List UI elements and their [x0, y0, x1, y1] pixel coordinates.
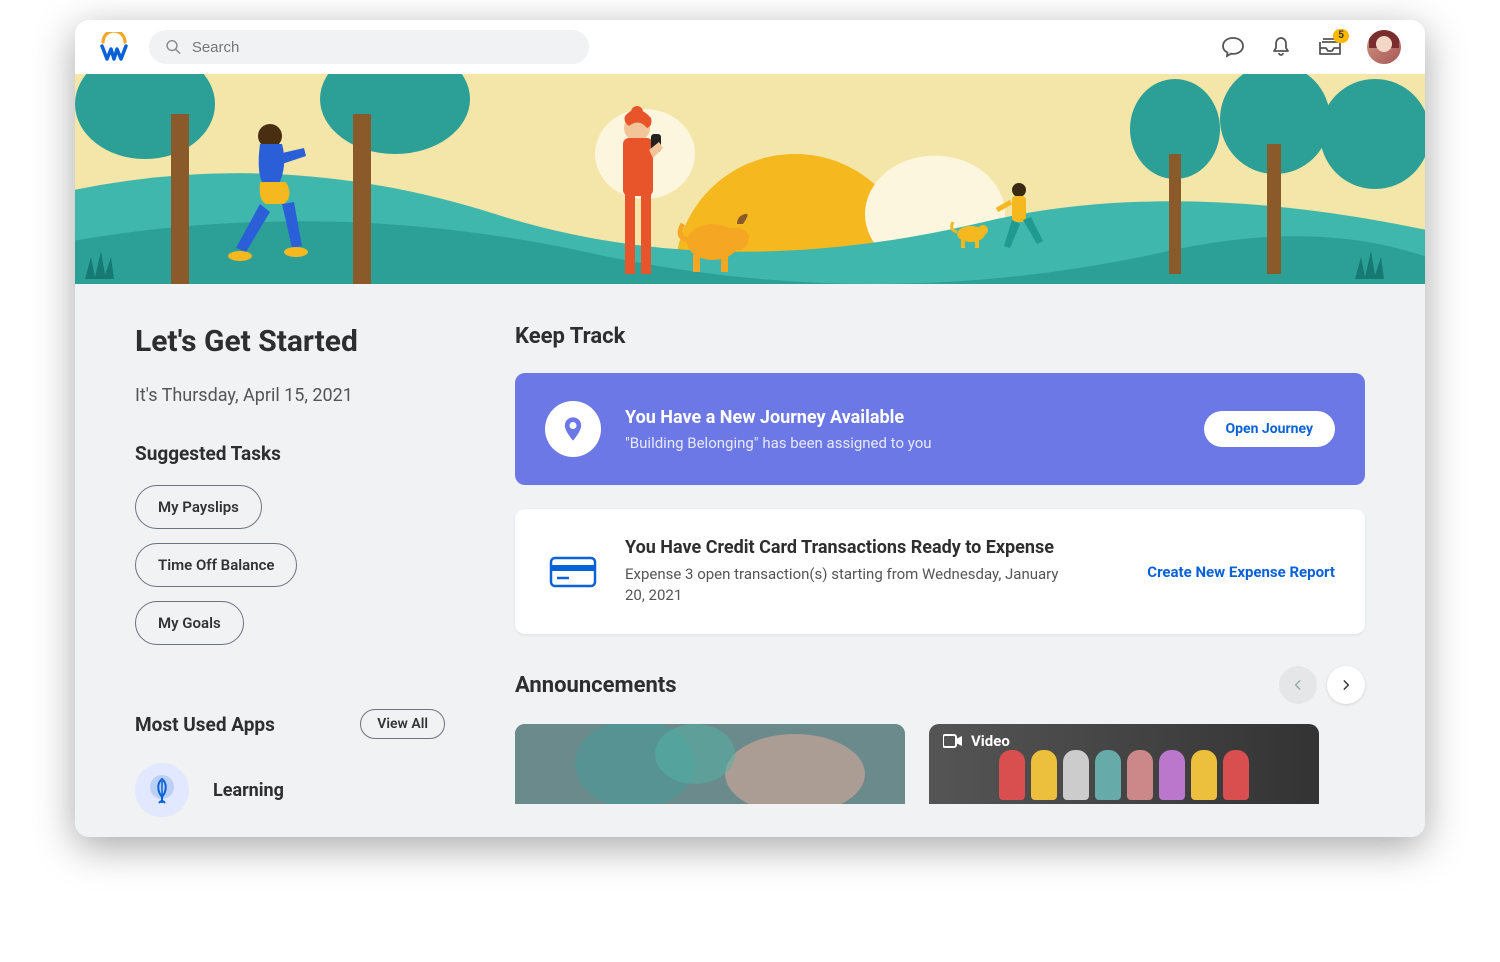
video-icon	[943, 734, 963, 748]
app-learning-label: Learning	[213, 780, 284, 801]
announcements-prev-button[interactable]	[1279, 666, 1317, 704]
credit-card-icon	[545, 554, 601, 590]
topbar: 5	[75, 20, 1425, 74]
journey-pin-icon	[545, 401, 601, 457]
main-content: Keep Track You Have a New Journey Availa…	[515, 324, 1365, 817]
suggested-tasks-heading: Suggested Tasks	[135, 442, 445, 465]
app-learning[interactable]: Learning	[135, 763, 445, 817]
hero-banner	[75, 74, 1425, 284]
announcement-card-1[interactable]	[515, 724, 905, 804]
chevron-left-icon	[1291, 678, 1305, 692]
hero-illustration	[75, 74, 1425, 284]
body-area: Let's Get Started It's Thursday, April 1…	[75, 284, 1425, 837]
welcome-heading: Let's Get Started	[135, 324, 445, 359]
journey-card: You Have a New Journey Available "Buildi…	[515, 373, 1365, 485]
sidebar: Let's Get Started It's Thursday, April 1…	[135, 324, 445, 817]
workday-logo[interactable]	[99, 32, 129, 62]
inbox-badge: 5	[1333, 29, 1349, 43]
chevron-right-icon	[1339, 678, 1353, 692]
announcement-card-2[interactable]: Video	[929, 724, 1319, 804]
most-used-apps-heading: Most Used Apps	[135, 713, 275, 736]
announcement-cards: Video	[515, 724, 1365, 804]
search-icon	[165, 38, 182, 56]
expense-card: You Have Credit Card Transactions Ready …	[515, 509, 1365, 634]
open-journey-button[interactable]: Open Journey	[1204, 411, 1335, 447]
journey-card-title: You Have a New Journey Available	[625, 407, 1180, 428]
chat-icon	[1221, 35, 1245, 59]
journey-card-sub: "Building Belonging" has been assigned t…	[625, 434, 1180, 452]
task-time-off-balance[interactable]: Time Off Balance	[135, 543, 297, 587]
learning-icon	[135, 763, 189, 817]
date-line: It's Thursday, April 15, 2021	[135, 385, 445, 406]
announcements-nav	[1279, 666, 1365, 704]
create-expense-report-link[interactable]: Create New Expense Report	[1147, 563, 1335, 581]
notifications-button[interactable]	[1269, 35, 1293, 59]
task-my-payslips[interactable]: My Payslips	[135, 485, 262, 529]
announcements-title: Announcements	[515, 673, 677, 698]
logo-icon	[99, 32, 129, 62]
inbox-button[interactable]: 5	[1317, 35, 1343, 59]
profile-avatar[interactable]	[1367, 30, 1401, 64]
bell-icon	[1269, 35, 1293, 59]
announcements-next-button[interactable]	[1327, 666, 1365, 704]
view-all-apps-button[interactable]: View All	[360, 709, 445, 739]
app-window: 5	[75, 20, 1425, 837]
video-tag: Video	[943, 732, 1010, 750]
keep-track-title: Keep Track	[515, 324, 1365, 349]
search-input[interactable]	[192, 39, 573, 56]
chat-button[interactable]	[1221, 35, 1245, 59]
task-my-goals[interactable]: My Goals	[135, 601, 244, 645]
expense-card-title: You Have Credit Card Transactions Ready …	[625, 537, 1123, 558]
topbar-icons: 5	[1221, 30, 1401, 64]
search-box[interactable]	[149, 30, 589, 64]
expense-card-sub: Expense 3 open transaction(s) starting f…	[625, 564, 1065, 606]
